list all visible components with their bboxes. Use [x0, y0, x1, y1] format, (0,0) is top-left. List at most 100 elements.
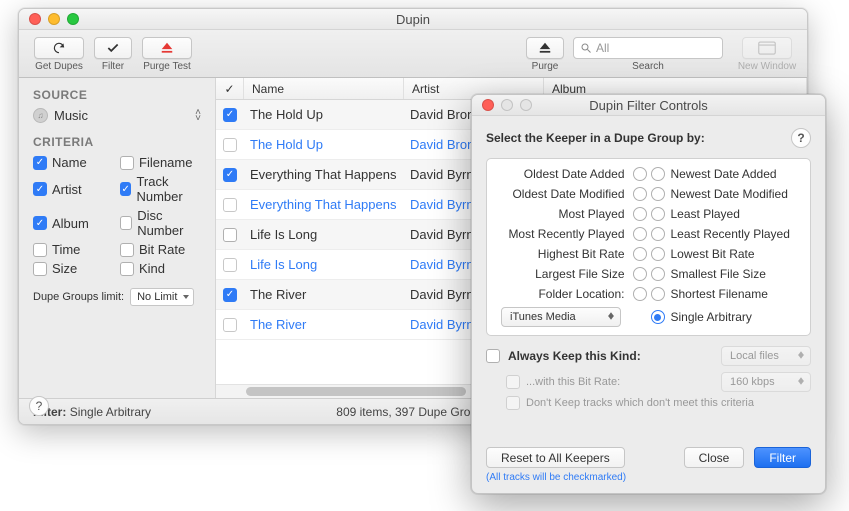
close-window-button[interactable] — [29, 13, 41, 25]
criteria-track-number[interactable]: ✓Track Number — [120, 174, 201, 204]
radio-oldest-date-added[interactable]: Oldest Date Added — [497, 167, 647, 181]
checkbox-icon: ✓ — [33, 216, 47, 230]
source-value: Music — [54, 108, 88, 123]
scrollbar-thumb[interactable] — [246, 387, 466, 396]
radio-largest-file-size[interactable]: Largest File Size — [497, 267, 647, 281]
help-button[interactable]: ? — [29, 396, 49, 398]
radio-least-played[interactable]: Least Played — [651, 207, 801, 221]
dont-keep-label: Don't Keep tracks which don't meet this … — [526, 397, 754, 409]
keeper-radio-group: Oldest Date Added Newest Date Added Oldest… — [486, 158, 811, 336]
reset-button[interactable]: Reset to All Keepers — [486, 447, 625, 468]
filter-apply-button[interactable]: Filter — [754, 447, 811, 468]
radio-icon — [633, 207, 647, 221]
traffic-lights — [19, 13, 79, 25]
radio-most-played[interactable]: Most Played — [497, 207, 647, 221]
radio-icon — [651, 267, 665, 281]
row-name: Everything That Happens — [244, 167, 404, 182]
radio-icon — [651, 247, 665, 261]
radio-icon — [633, 247, 647, 261]
row-name: Life Is Long — [244, 257, 404, 272]
radio-icon — [633, 287, 647, 301]
zoom-window-button[interactable] — [67, 13, 79, 25]
radio-icon — [633, 167, 647, 181]
radio-icon — [633, 267, 647, 281]
row-checkbox[interactable] — [223, 228, 237, 242]
search-placeholder: All — [596, 41, 609, 55]
new-window-button[interactable]: New Window — [737, 37, 797, 72]
bitrate-select: 160 kbps — [721, 372, 811, 392]
filter-prompt: Select the Keeper in a Dupe Group by: — [486, 131, 705, 145]
criteria-size[interactable]: Size — [33, 261, 114, 276]
criteria-time[interactable]: Time — [33, 242, 114, 257]
main-titlebar: Dupin — [19, 9, 807, 30]
filter-help-button[interactable]: ? — [791, 128, 811, 148]
bitrate-checkbox — [506, 375, 520, 389]
radio-least-recently-played[interactable]: Least Recently Played — [651, 227, 801, 241]
folder-location-select[interactable]: iTunes Media — [501, 307, 621, 327]
radio-most-recently-played[interactable]: Most Recently Played — [497, 227, 647, 241]
minimize-window-button[interactable] — [48, 13, 60, 25]
criteria-album[interactable]: ✓Album — [33, 208, 114, 238]
filter-close-window-button[interactable] — [482, 99, 494, 111]
stepper-icon[interactable]: ˄˅ — [195, 110, 201, 122]
radio-oldest-date-modified[interactable]: Oldest Date Modified — [497, 187, 647, 201]
criteria-header: CRITERIA — [33, 135, 201, 149]
radio-icon — [633, 227, 647, 241]
row-name: The River — [244, 317, 404, 332]
eject-icon — [526, 37, 564, 59]
get-dupes-button[interactable]: Get Dupes — [29, 37, 89, 72]
always-keep-kind-select[interactable]: Local files — [721, 346, 811, 366]
criteria-bit-rate[interactable]: Bit Rate — [120, 242, 201, 257]
always-keep-checkbox[interactable] — [486, 349, 500, 363]
row-checkbox[interactable] — [223, 318, 237, 332]
search-input[interactable]: All — [573, 37, 723, 59]
radio-highest-bit-rate[interactable]: Highest Bit Rate — [497, 247, 647, 261]
check-icon — [94, 37, 132, 59]
row-name: The Hold Up — [244, 107, 404, 122]
row-checkbox[interactable]: ✓ — [223, 288, 237, 302]
radio-folder-location-[interactable]: Folder Location: — [497, 287, 647, 301]
row-name: Everything That Happens — [244, 197, 404, 212]
checkbox-icon: ✓ — [120, 182, 131, 196]
criteria-kind[interactable]: Kind — [120, 261, 201, 276]
checkbox-icon — [120, 216, 132, 230]
close-button[interactable]: Close — [684, 447, 745, 468]
checkbox-icon: ✓ — [33, 182, 47, 196]
main-window-title: Dupin — [19, 12, 807, 27]
checkbox-icon: ✓ — [33, 156, 47, 170]
radio-lowest-bit-rate[interactable]: Lowest Bit Rate — [651, 247, 801, 261]
row-checkbox[interactable]: ✓ — [223, 258, 237, 272]
row-checkbox[interactable]: ✓ — [223, 108, 237, 122]
criteria-filename[interactable]: Filename — [120, 155, 201, 170]
filter-minimize-disabled — [501, 99, 513, 111]
row-name: The Hold Up — [244, 137, 404, 152]
radio-smallest-file-size[interactable]: Smallest File Size — [651, 267, 801, 281]
checkbox-icon — [120, 262, 134, 276]
radio-single-arbitrary[interactable]: Single Arbitrary — [651, 307, 801, 327]
purge-button[interactable]: Purge — [523, 37, 567, 72]
row-checkbox[interactable] — [223, 138, 237, 152]
filter-button[interactable]: Filter — [89, 37, 137, 72]
radio-newest-date-added[interactable]: Newest Date Added — [651, 167, 801, 181]
radio-shortest-filename[interactable]: Shortest Filename — [651, 287, 801, 301]
search-icon — [580, 42, 592, 54]
radio-icon — [633, 187, 647, 201]
refresh-icon — [34, 37, 84, 59]
radio-newest-date-modified[interactable]: Newest Date Modified — [651, 187, 801, 201]
criteria-name[interactable]: ✓Name — [33, 155, 114, 170]
row-checkbox[interactable]: ✓ — [223, 168, 237, 182]
col-check[interactable]: ✓ — [216, 78, 244, 99]
checkbox-icon — [120, 156, 134, 170]
checkbox-icon — [120, 243, 134, 257]
criteria-disc-number[interactable]: Disc Number — [120, 208, 201, 238]
criteria-artist[interactable]: ✓Artist — [33, 174, 114, 204]
row-name: Life Is Long — [244, 227, 404, 242]
sidebar: SOURCE ♫ Music ˄˅ CRITERIA ✓NameFilename… — [19, 78, 216, 398]
source-selector[interactable]: ♫ Music ˄˅ — [33, 108, 201, 123]
row-checkbox[interactable] — [223, 198, 237, 212]
col-name[interactable]: Name — [244, 78, 404, 99]
radio-icon — [651, 287, 665, 301]
purge-test-button[interactable]: Purge Test — [137, 37, 197, 72]
dont-keep-checkbox — [506, 396, 520, 410]
dupe-limit-select[interactable]: No Limit — [130, 288, 194, 306]
